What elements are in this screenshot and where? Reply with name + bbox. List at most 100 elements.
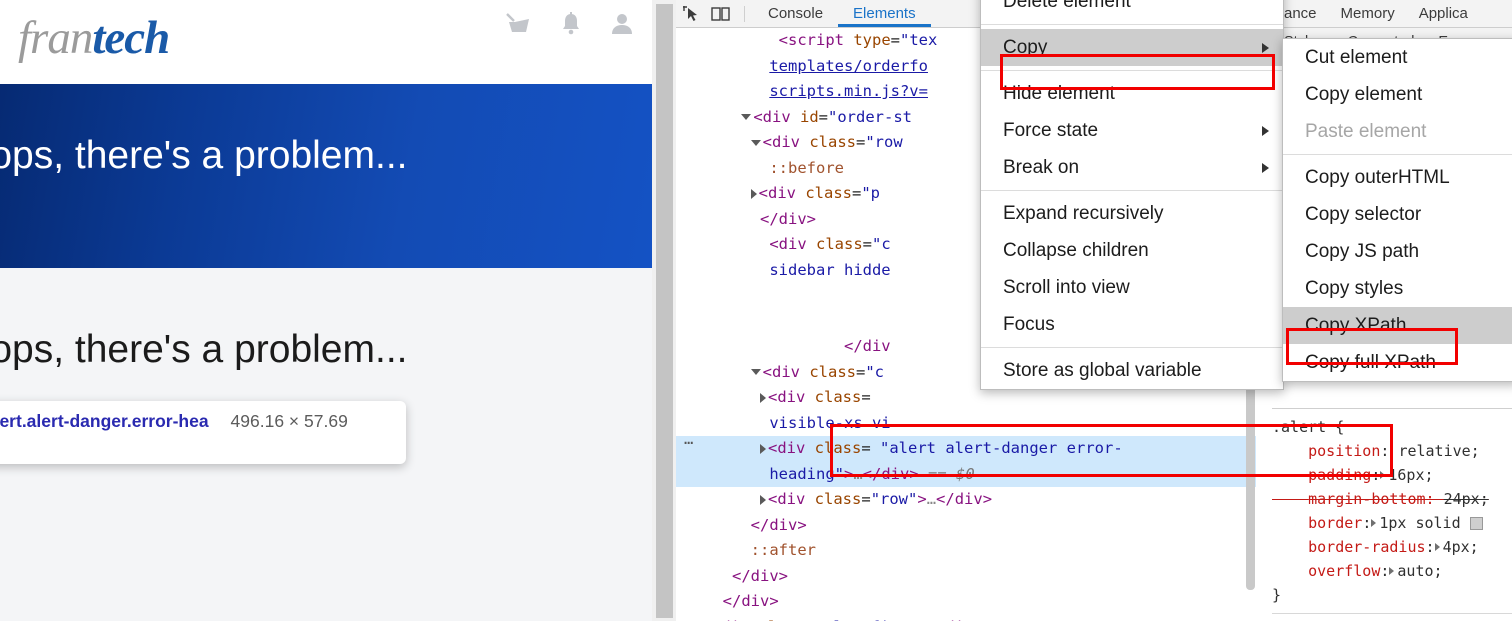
- expand-triangle-icon[interactable]: [1371, 519, 1377, 527]
- color-swatch-icon[interactable]: [1469, 517, 1483, 530]
- menu-item-copy-styles[interactable]: Copy styles: [1283, 270, 1512, 307]
- menu-separator: [1283, 154, 1512, 155]
- inspect-element-icon[interactable]: [676, 1, 706, 27]
- dom-line[interactable]: <div class="row">…</div>: [676, 487, 1256, 513]
- collapse-arrow-icon[interactable]: [750, 369, 761, 375]
- css-value[interactable]: 24px;: [1444, 490, 1489, 508]
- css-property[interactable]: border-radius: [1308, 538, 1425, 556]
- menu-separator: [981, 347, 1283, 348]
- menu-label: Copy element: [1305, 83, 1423, 105]
- menu-label: Cut element: [1305, 46, 1408, 68]
- menu-item-copy-element[interactable]: Copy element: [1283, 76, 1512, 113]
- tab-elements[interactable]: Elements: [838, 1, 931, 27]
- css-declaration[interactable]: overflow: auto;: [1272, 559, 1512, 583]
- collapse-arrow-icon[interactable]: [750, 139, 761, 146]
- css-property[interactable]: margin-bottom: [1308, 490, 1425, 508]
- annotation-box-copy-xpath: [1286, 328, 1458, 365]
- css-value[interactable]: relative;: [1398, 442, 1479, 460]
- css-value[interactable]: auto;: [1397, 562, 1442, 580]
- cart-icon[interactable]: [506, 13, 532, 35]
- menu-label: Delete element: [1003, 0, 1131, 12]
- expand-arrow-icon[interactable]: [760, 392, 766, 403]
- menu-item-break-on[interactable]: Break on: [981, 149, 1283, 186]
- menu-item-scroll-into-view[interactable]: Scroll into view: [981, 269, 1283, 306]
- hero-title: Oops, there's a problem...: [0, 134, 408, 177]
- inspector-tooltip: div.alert.alert-danger.error-hea 496.16 …: [0, 401, 406, 464]
- dom-line[interactable]: </div>: [676, 513, 1256, 539]
- menu-label: Expand recursively: [1003, 202, 1164, 224]
- expand-arrow-icon[interactable]: [760, 494, 766, 505]
- submenu-arrow-icon: [1262, 42, 1269, 53]
- menu-item-paste-element: Paste element: [1283, 113, 1512, 150]
- dom-line[interactable]: <div class="clearfix"> </div>: [676, 615, 1256, 621]
- menu-label: Copy JS path: [1305, 240, 1420, 262]
- menu-item-store-as-global-variable[interactable]: Store as global variable: [981, 352, 1283, 389]
- styles-rule-divider: [1272, 613, 1512, 614]
- css-declaration[interactable]: border: 1px solid: [1272, 511, 1512, 535]
- css-property[interactable]: border: [1308, 514, 1362, 532]
- menu-label: Copy styles: [1305, 277, 1404, 299]
- annotation-box-copy: [1000, 54, 1275, 90]
- frantech-logo[interactable]: frantech: [18, 6, 170, 70]
- menu-item-focus[interactable]: Focus: [981, 306, 1283, 343]
- expand-triangle-icon[interactable]: [1434, 543, 1440, 551]
- screenshot-root: frantech Oops, there's a problem... Oops…: [0, 0, 1512, 621]
- menu-label: Copy outerHTML: [1305, 166, 1450, 188]
- site-header: frantech: [0, 0, 652, 84]
- inspected-web-page: frantech Oops, there's a problem... Oops…: [0, 0, 652, 621]
- menu-label: Force state: [1003, 119, 1099, 141]
- inspector-selector-wrap: ding: [0, 433, 392, 454]
- menu-item-force-state[interactable]: Force state: [981, 112, 1283, 149]
- tab-memory[interactable]: Memory: [1329, 1, 1407, 27]
- collapse-arrow-icon[interactable]: [741, 114, 752, 120]
- menu-label: Collapse children: [1003, 239, 1149, 261]
- device-toolbar-icon[interactable]: [706, 1, 736, 27]
- submenu-arrow-icon: [1262, 162, 1269, 173]
- css-rule-close: }: [1272, 586, 1282, 604]
- css-value[interactable]: 1px solid: [1379, 514, 1460, 532]
- menu-label: Focus: [1003, 313, 1055, 335]
- expand-arrow-icon[interactable]: [750, 188, 757, 199]
- menu-item-copy-selector[interactable]: Copy selector: [1283, 196, 1512, 233]
- css-value[interactable]: 4px;: [1443, 538, 1479, 556]
- user-icon[interactable]: [610, 12, 634, 36]
- page-title: Oops, there's a problem...: [0, 328, 408, 371]
- dom-gutter-ellipsis: …: [684, 430, 696, 448]
- expand-arrow-icon[interactable]: [760, 443, 766, 454]
- header-icon-group: [506, 12, 634, 36]
- dom-line[interactable]: ::after: [676, 538, 1256, 564]
- menu-item-copy-outerhtml[interactable]: Copy outerHTML: [1283, 159, 1512, 196]
- inspector-dimensions: 496.16 × 57.69: [230, 411, 348, 431]
- menu-item-collapse-children[interactable]: Collapse children: [981, 232, 1283, 269]
- menu-label: Copy selector: [1305, 203, 1422, 225]
- menu-item-expand-recursively[interactable]: Expand recursively: [981, 195, 1283, 232]
- css-declaration[interactable]: border-radius: 4px;: [1272, 535, 1512, 559]
- panel-resizer[interactable]: [652, 0, 676, 621]
- annotation-box-selected-node: [830, 424, 1393, 477]
- logo-part-fran: fran: [18, 12, 93, 64]
- logo-part-tech: tech: [92, 12, 170, 64]
- css-value[interactable]: 16px;: [1388, 466, 1433, 484]
- resizer-grip: [656, 4, 673, 618]
- tab-console[interactable]: Console: [753, 1, 838, 27]
- dom-line[interactable]: </div>: [676, 564, 1256, 590]
- menu-label: Break on: [1003, 156, 1080, 178]
- submenu-arrow-icon: [1262, 125, 1269, 136]
- bell-icon[interactable]: [560, 12, 582, 36]
- hero-banner: Oops, there's a problem...: [0, 84, 652, 268]
- dom-line[interactable]: </div>: [676, 589, 1256, 615]
- css-declaration-overridden[interactable]: margin-bottom: 24px;: [1272, 487, 1512, 511]
- expand-triangle-icon[interactable]: [1389, 567, 1395, 575]
- menu-item-cut-element[interactable]: Cut element: [1283, 39, 1512, 76]
- menu-label: Store as global variable: [1003, 359, 1202, 381]
- menu-item-copy-js-path[interactable]: Copy JS path: [1283, 233, 1512, 270]
- menu-separator: [981, 190, 1283, 191]
- page-body: Oops, there's a problem... div.alert.ale…: [0, 268, 652, 621]
- devtools-right-tabs: ance Memory Applica: [1272, 0, 1512, 27]
- menu-label: Paste element: [1305, 120, 1427, 142]
- inspector-selector: div.alert.alert-danger.error-hea: [0, 411, 209, 431]
- css-property[interactable]: overflow: [1308, 562, 1380, 580]
- tab-application[interactable]: Applica: [1407, 1, 1480, 27]
- menu-item-delete-element[interactable]: Delete element: [981, 0, 1283, 20]
- menu-separator: [981, 24, 1283, 25]
